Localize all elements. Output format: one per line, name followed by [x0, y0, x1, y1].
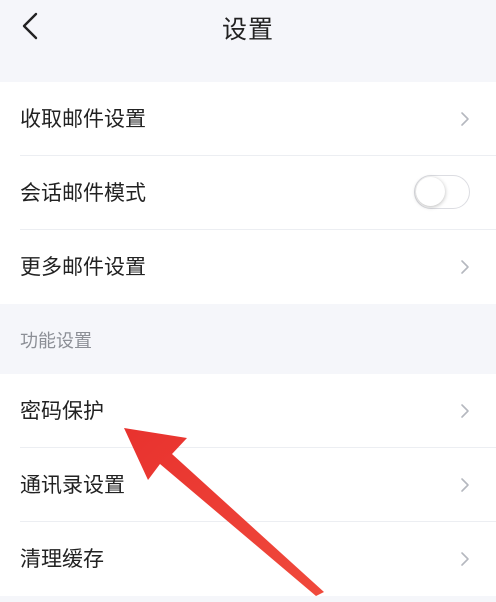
contacts-settings-item[interactable]: 通讯录设置 [0, 448, 496, 522]
toggle-knob [416, 177, 445, 206]
chevron-right-icon [461, 260, 469, 274]
contacts-settings-label: 通讯录设置 [20, 473, 125, 497]
conversation-mail-mode-label: 会话邮件模式 [20, 181, 146, 205]
clear-cache-item[interactable]: 清理缓存 [0, 522, 496, 596]
conversation-mode-toggle[interactable] [414, 175, 470, 209]
chevron-right-icon [461, 478, 469, 492]
more-mail-settings-item[interactable]: 更多邮件设置 [0, 230, 496, 304]
mail-settings-group: 收取邮件设置 会话邮件模式 更多邮件设置 [0, 82, 496, 304]
top-bar: 设置 [0, 0, 496, 60]
receive-mail-settings-label: 收取邮件设置 [20, 107, 146, 131]
clear-cache-label: 清理缓存 [20, 547, 104, 571]
chevron-right-icon [461, 552, 469, 566]
chevron-right-icon [461, 404, 469, 418]
page-title: 设置 [221, 15, 274, 44]
chevron-right-icon [461, 112, 469, 126]
more-mail-settings-label: 更多邮件设置 [20, 255, 146, 279]
password-protection-item[interactable]: 密码保护 [0, 374, 496, 448]
password-protection-label: 密码保护 [20, 399, 104, 423]
receive-mail-settings-item[interactable]: 收取邮件设置 [0, 82, 496, 156]
conversation-mail-mode-item: 会话邮件模式 [0, 156, 496, 230]
function-settings-group: 密码保护 通讯录设置 清理缓存 [0, 374, 496, 596]
function-settings-section-label: 功能设置 [20, 331, 92, 352]
